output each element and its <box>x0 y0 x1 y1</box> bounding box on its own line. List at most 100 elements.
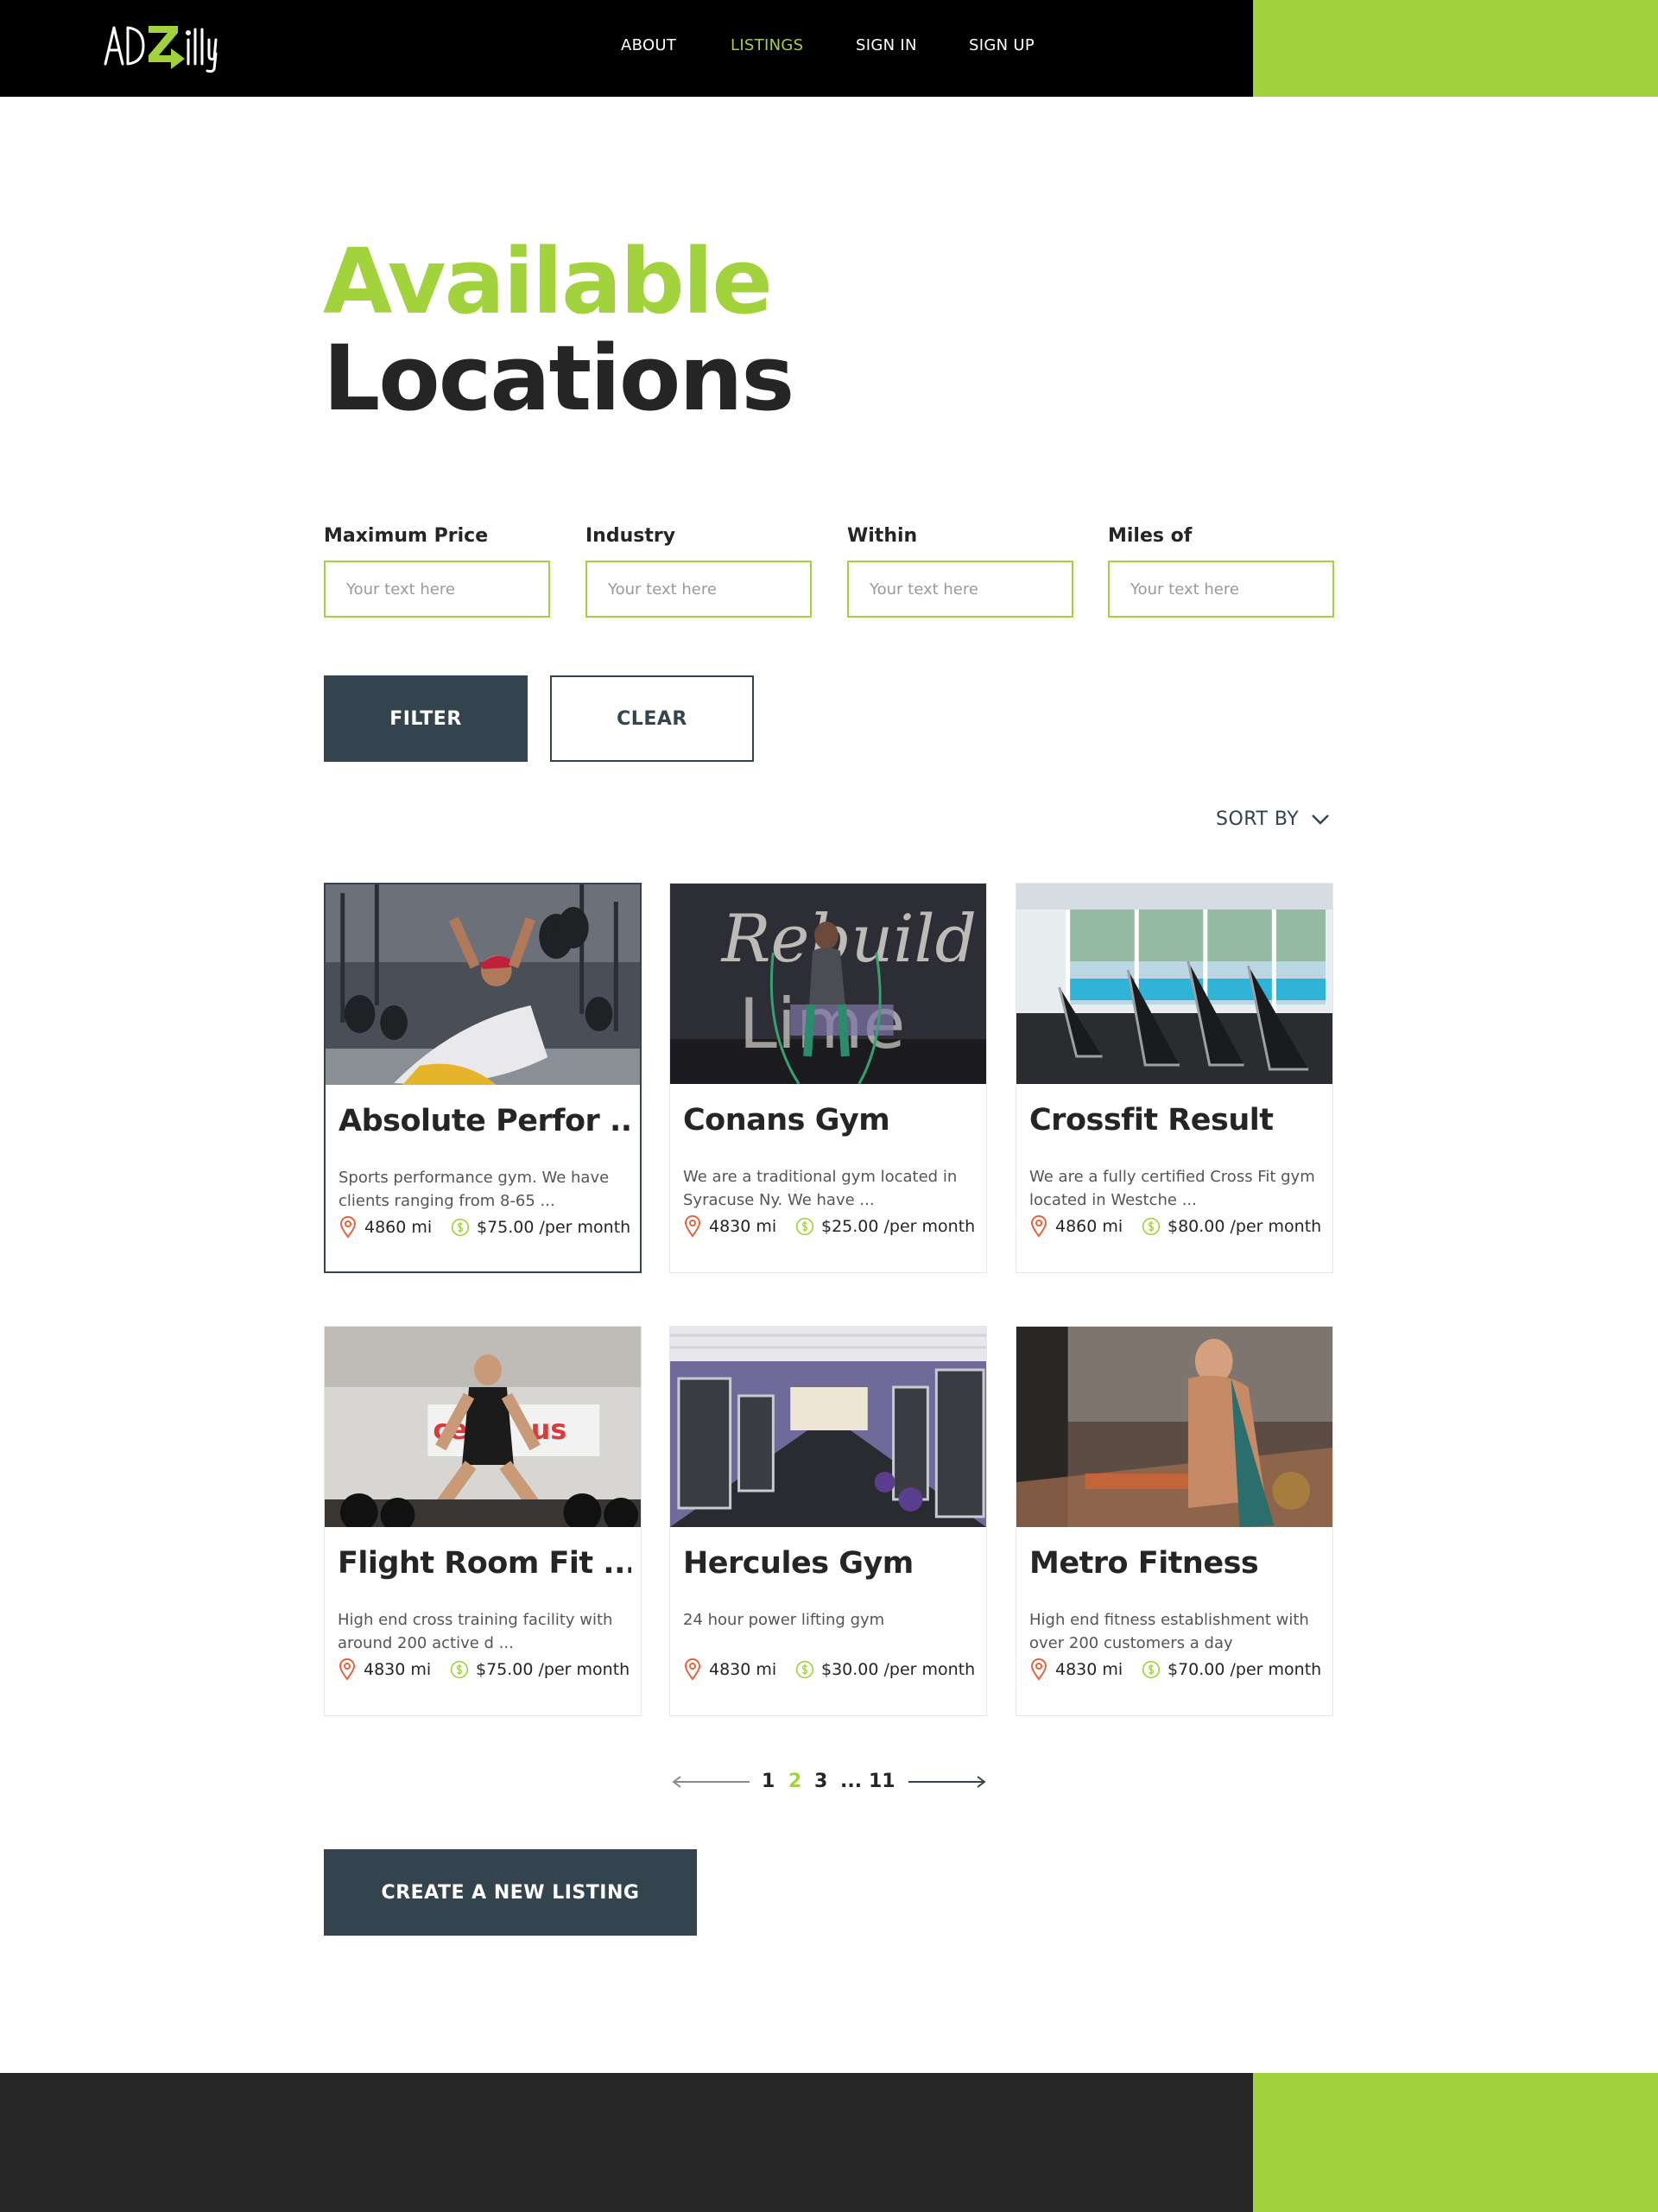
listing-distance: 4830 mi <box>1029 1658 1142 1681</box>
filter-max-price: Maximum Price <box>324 525 550 618</box>
footer-accent-block <box>1253 2073 1658 2212</box>
listing-distance: 4830 mi <box>338 1658 450 1681</box>
chevron-down-icon <box>1312 814 1330 825</box>
listing-card[interactable]: Absolute Perfor ... Sports performance g… <box>324 883 642 1273</box>
listing-title: Crossfit Result <box>1029 1103 1274 1138</box>
max-price-input[interactable] <box>324 561 550 618</box>
listing-card[interactable]: Rebuild Lime Conans Gym We are a traditi… <box>669 883 987 1273</box>
listing-price-value: $25.00 /per month <box>821 1217 976 1236</box>
listing-image: cer us <box>325 1327 641 1527</box>
listing-title: Hercules Gym <box>683 1546 914 1581</box>
svg-text:Rebuild: Rebuild <box>720 901 977 977</box>
sort-by-dropdown[interactable]: SORT BY <box>1216 808 1330 830</box>
arrow-left-icon <box>672 1776 750 1788</box>
listing-price-value: $75.00 /per month <box>477 1218 631 1237</box>
listing-distance: 4830 mi <box>683 1215 795 1238</box>
listing-title: Absolute Perfor ... <box>339 1104 632 1138</box>
listing-description: High end fitness establishment with over… <box>1029 1611 1309 1652</box>
filter-miles-of: Miles of <box>1108 525 1334 618</box>
page-3: 3 <box>814 1771 828 1792</box>
header-accent-block <box>1253 0 1658 97</box>
listing-price: $25.00 /per month <box>795 1215 975 1238</box>
nav-sign-up[interactable]: SIGN UP <box>969 36 1035 54</box>
listing-price-value: $75.00 /per month <box>476 1660 630 1679</box>
within-input[interactable] <box>847 561 1073 618</box>
listing-meta: 4830 mi $75.00 /per month <box>338 1658 636 1681</box>
location-pin-icon <box>339 1216 357 1239</box>
listing-price-value: $30.00 /per month <box>821 1660 976 1679</box>
listing-title: Conans Gym <box>683 1103 890 1138</box>
filter-within-label: Within <box>847 525 918 547</box>
listing-description: We are a traditional gym located in Syra… <box>683 1168 958 1209</box>
page-ellipsis: ... <box>840 1771 863 1792</box>
listing-card[interactable]: Metro Fitness High end fitness establish… <box>1016 1326 1333 1716</box>
listing-price: $75.00 /per month <box>450 1658 630 1681</box>
listing-description: 24 hour power lifting gym <box>683 1611 885 1629</box>
dollar-icon <box>1142 1217 1161 1236</box>
listing-image <box>1016 1327 1332 1527</box>
listing-card[interactable]: Hercules Gym 24 hour power lifting gym 4… <box>669 1326 987 1716</box>
listing-distance-value: 4860 mi <box>364 1218 433 1237</box>
filter-button[interactable]: FILTER <box>324 675 528 762</box>
location-pin-icon <box>684 1658 701 1681</box>
listing-distance-value: 4860 mi <box>1055 1217 1123 1236</box>
listing-price: $80.00 /per month <box>1142 1215 1321 1238</box>
listing-image <box>1016 884 1332 1084</box>
filter-max-price-label: Maximum Price <box>324 525 489 547</box>
listing-price: $70.00 /per month <box>1142 1658 1321 1681</box>
listing-meta: 4860 mi $80.00 /per month <box>1029 1215 1327 1238</box>
nav-sign-in[interactable]: SIGN IN <box>856 36 917 54</box>
listing-distance-value: 4830 mi <box>709 1660 777 1679</box>
page-title-line-1: Available <box>323 229 773 334</box>
listing-price: $30.00 /per month <box>795 1658 975 1681</box>
nav-listings[interactable]: LISTINGS <box>731 36 803 54</box>
listing-price-value: $80.00 /per month <box>1168 1217 1322 1236</box>
page-2[interactable]: 2 <box>788 1771 801 1792</box>
listing-title: Flight Room Fit ... <box>338 1546 631 1581</box>
filter-industry-label: Industry <box>585 525 676 547</box>
next-page-button[interactable] <box>908 1769 988 1795</box>
listing-price-value: $70.00 /per month <box>1168 1660 1322 1679</box>
pagination: 1 2 3 ... 11 <box>670 1769 990 1795</box>
page-1[interactable]: 1 <box>762 1771 775 1792</box>
miles-of-input[interactable] <box>1108 561 1334 618</box>
listing-description: We are a fully certified Cross Fit gym l… <box>1029 1168 1315 1209</box>
listing-card[interactable]: cer us Flight Room Fit ... High end cros… <box>324 1326 642 1716</box>
listing-image <box>326 884 640 1085</box>
main-nav: ABOUT LISTINGS SIGN IN SIGN UP <box>0 0 1253 97</box>
listing-meta: 4830 mi $25.00 /per month <box>683 1215 981 1238</box>
listing-card[interactable]: Crossfit Result We are a fully certified… <box>1016 883 1333 1273</box>
dollar-icon <box>451 1218 470 1237</box>
nav-about[interactable]: ABOUT <box>621 36 676 54</box>
arrow-right-icon <box>908 1776 986 1788</box>
dollar-icon <box>1142 1660 1161 1679</box>
page-title-line-2: Locations <box>323 326 794 431</box>
listing-title: Metro Fitness <box>1029 1546 1259 1581</box>
listing-distance: 4860 mi <box>1029 1215 1142 1238</box>
page-11[interactable]: 11 <box>869 1771 895 1792</box>
listing-description: High end cross training facility with ar… <box>338 1611 613 1652</box>
listing-meta: 4830 mi $30.00 /per month <box>683 1658 981 1681</box>
dollar-icon <box>795 1660 814 1679</box>
listing-distance: 4860 mi <box>339 1216 451 1239</box>
prev-page-button[interactable] <box>670 1769 750 1795</box>
dollar-icon <box>450 1660 469 1679</box>
listing-meta: 4860 mi $75.00 /per month <box>339 1216 636 1239</box>
page-title: Available Locations <box>323 229 794 431</box>
listing-image <box>670 1327 986 1527</box>
listing-meta: 4830 mi $70.00 /per month <box>1029 1658 1327 1681</box>
clear-button[interactable]: CLEAR <box>550 675 754 762</box>
industry-input[interactable] <box>585 561 812 618</box>
location-pin-icon <box>1030 1215 1047 1238</box>
listing-distance-value: 4830 mi <box>1055 1660 1123 1679</box>
sort-by-label: SORT BY <box>1216 808 1300 830</box>
location-pin-icon <box>339 1658 356 1681</box>
dollar-icon <box>795 1217 814 1236</box>
listing-image: Rebuild Lime <box>670 884 986 1084</box>
create-listing-button[interactable]: CREATE A NEW LISTING <box>324 1849 697 1936</box>
filter-within: Within <box>847 525 1073 618</box>
listing-description: Sports performance gym. We have clients … <box>339 1169 610 1210</box>
filter-miles-of-label: Miles of <box>1108 525 1193 547</box>
location-pin-icon <box>684 1215 701 1238</box>
location-pin-icon <box>1030 1658 1047 1681</box>
